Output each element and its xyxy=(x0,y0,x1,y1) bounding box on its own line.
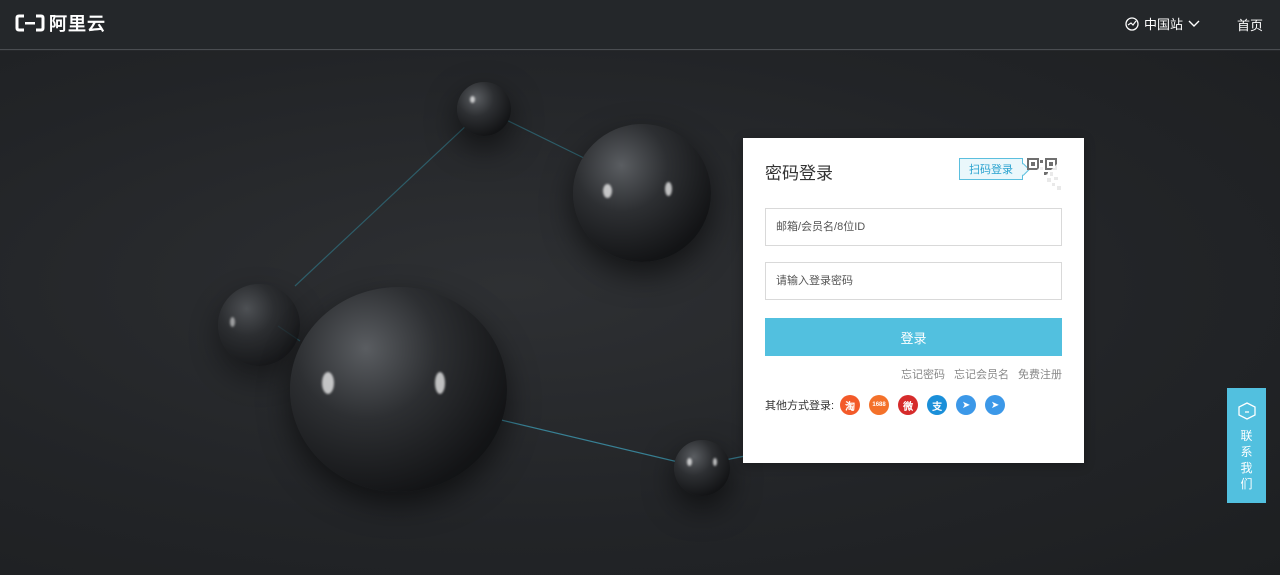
1688-icon[interactable]: 1688 xyxy=(869,395,890,415)
dingtalk-icon[interactable]: ➤ xyxy=(956,395,977,415)
username-input[interactable] xyxy=(765,208,1062,246)
home-link[interactable]: 首页 xyxy=(1237,15,1263,34)
login-button[interactable]: 登录 xyxy=(765,318,1062,356)
aliyun-logo[interactable]: 阿里云 xyxy=(15,10,106,36)
chevron-down-icon xyxy=(1188,20,1200,27)
background-stage xyxy=(0,51,1280,575)
cube-icon xyxy=(1237,402,1256,420)
decorative-sphere xyxy=(674,440,730,496)
login-title: 密码登录 xyxy=(765,164,833,184)
region-label: 中国站 xyxy=(1144,17,1184,32)
decorative-sphere xyxy=(457,82,511,136)
top-navigation-bar: 阿里云 中国站 首页 xyxy=(0,0,1280,50)
taobao-icon[interactable]: 淘 xyxy=(840,395,861,415)
contact-us-button[interactable]: 联系我们 xyxy=(1227,388,1266,503)
other-login-methods: 其他方式登录: 淘 1688 微 支 ➤ ➤ xyxy=(765,395,1014,415)
other-login-label: 其他方式登录: xyxy=(765,400,835,412)
login-card: 密码登录 扫码登录 登录 忘记密码 忘记会员名 免费注册 其他方式登录: 淘 1… xyxy=(743,138,1084,463)
aliyun-logo-icon xyxy=(15,14,45,32)
decorative-sphere xyxy=(290,287,507,492)
register-link[interactable]: 免费注册 xyxy=(1018,366,1062,382)
password-input[interactable] xyxy=(765,262,1062,300)
forgot-password-link[interactable]: 忘记密码 xyxy=(901,366,945,382)
account-help-links: 忘记密码 忘记会员名 免费注册 xyxy=(901,366,1062,382)
forgot-username-link[interactable]: 忘记会员名 xyxy=(954,366,1009,382)
weibo-icon[interactable]: 微 xyxy=(898,395,919,415)
alipay-icon[interactable]: 支 xyxy=(927,395,948,415)
region-selector[interactable]: 中国站 xyxy=(1125,14,1205,33)
qr-login-tip[interactable]: 扫码登录 xyxy=(959,158,1023,180)
logo-text: 阿里云 xyxy=(49,14,106,35)
decorative-sphere xyxy=(218,284,300,366)
globe-icon xyxy=(1125,16,1139,31)
qr-code-icon[interactable] xyxy=(1027,158,1063,194)
decorative-sphere xyxy=(573,124,711,262)
telegram-icon[interactable]: ➤ xyxy=(985,395,1006,415)
contact-us-label: 联系我们 xyxy=(1240,429,1253,491)
